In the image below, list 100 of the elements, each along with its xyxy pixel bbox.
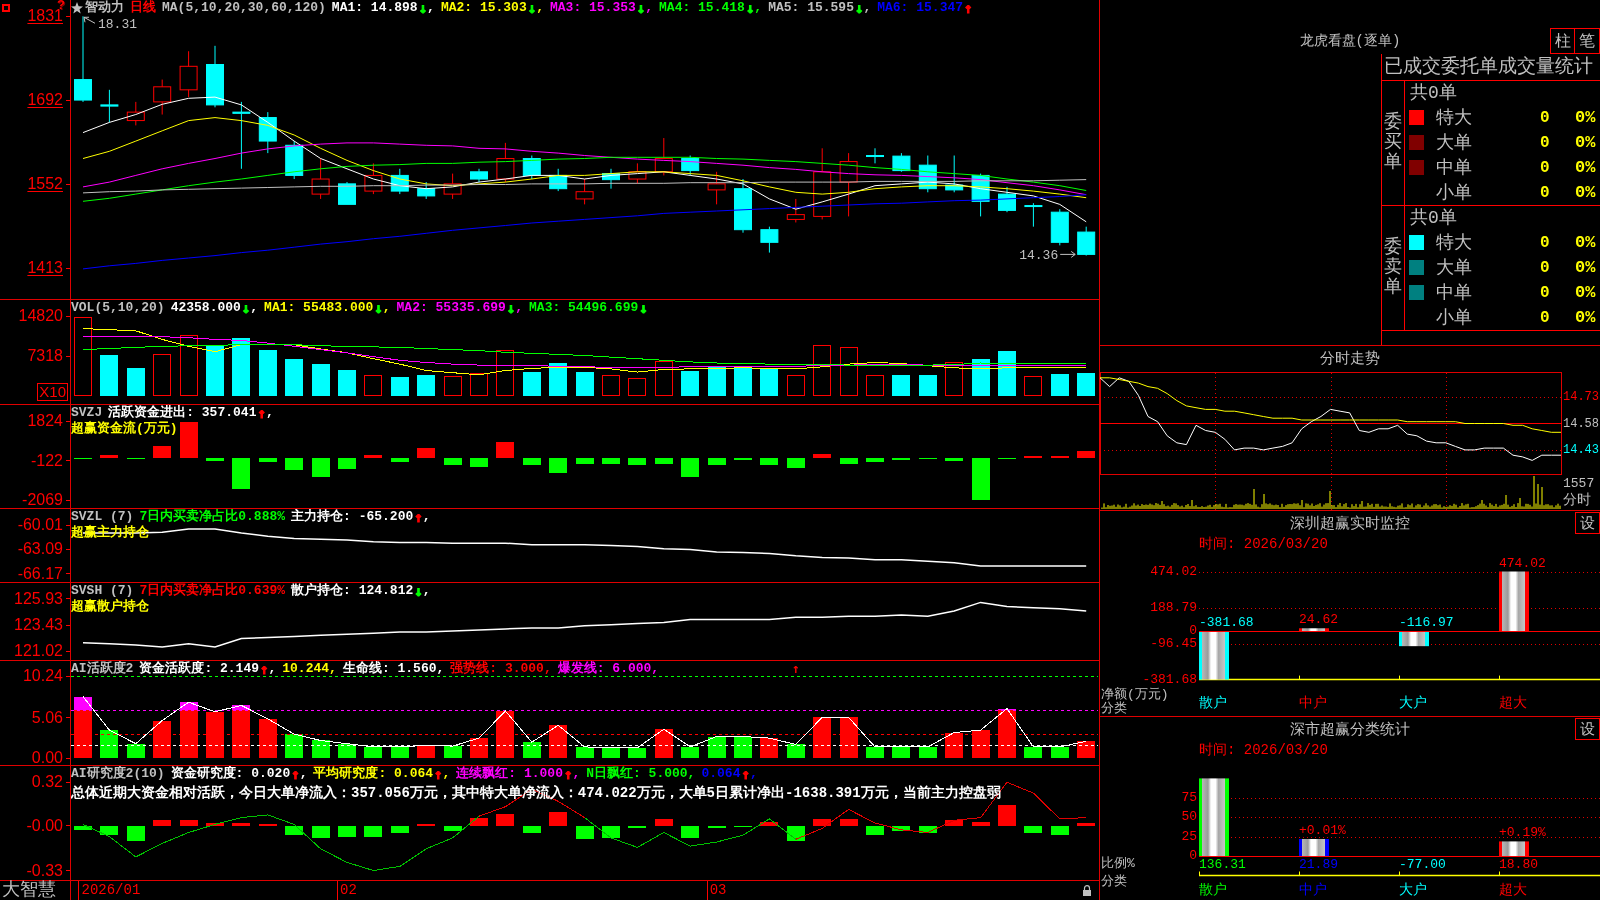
fund-flow-bar	[866, 458, 884, 463]
indicator-text: MA3: 54496.699	[529, 300, 639, 316]
research-bar	[654, 818, 673, 826]
separator: ,	[687, 766, 696, 782]
indicator-text: 资金活跃度: 2.149	[139, 661, 259, 677]
view-toggle[interactable]: 柱	[1550, 28, 1575, 54]
volume-bar	[707, 367, 726, 396]
research-bar	[1024, 825, 1043, 833]
axis-tick-label: 25	[1181, 829, 1197, 844]
help-mark[interactable]: ?	[57, 0, 65, 10]
activity-bar	[654, 729, 673, 759]
reading-label: 136.31	[1199, 858, 1246, 872]
separator: ,	[299, 766, 308, 782]
indicator-text: 连续飘红: 1.000	[456, 766, 563, 782]
date-label: 2026/01	[78, 881, 141, 900]
research-bar	[338, 825, 356, 837]
indicator-text: AI研究度2(10)	[71, 766, 165, 782]
category-label: 散户	[1199, 696, 1227, 710]
separator: ,	[543, 661, 552, 677]
order-size-label: 中单	[1436, 281, 1473, 304]
category-label: 中户	[1299, 696, 1327, 710]
research-bar	[1077, 823, 1096, 826]
volume-bar	[470, 373, 488, 396]
research-bar	[839, 818, 858, 826]
candlestick	[126, 101, 145, 126]
date-label: 03	[706, 881, 727, 900]
research-bar	[153, 820, 172, 826]
axis-tick-label: 188.79	[1150, 600, 1197, 615]
separator: ,	[422, 583, 431, 599]
indicator-text: 活跃资金进出: 357.041	[108, 405, 257, 420]
separator: ,	[422, 509, 431, 525]
axis-tick-label: 125.93	[14, 591, 63, 606]
research-bar	[522, 825, 541, 833]
volume-bar	[338, 370, 356, 396]
research-bar	[628, 825, 647, 829]
research-bar	[866, 825, 884, 836]
fund-flow-bar	[311, 458, 330, 478]
fund-flow-bar	[206, 458, 224, 462]
pointer-arrow-icon	[1059, 250, 1076, 258]
research-bar	[206, 823, 224, 826]
trend-arrow: ↑	[257, 405, 266, 421]
research-bar	[74, 825, 92, 830]
axis-tick-label: 1692	[27, 93, 63, 108]
order-count: 0	[1540, 158, 1551, 177]
research-bar	[813, 818, 832, 826]
lock-icon[interactable]	[1082, 885, 1092, 896]
order-total: 共0单	[1410, 82, 1457, 104]
research-bar	[364, 825, 383, 837]
view-toggle[interactable]: 笔	[1575, 28, 1600, 54]
indicator-text: 7日内买卖净占比0.639%	[139, 583, 286, 599]
category-label: 大户	[1399, 883, 1427, 897]
panel-title: 龙虎看盘(逐单)	[1299, 32, 1401, 50]
category-label: 大户	[1399, 696, 1427, 710]
fund-flow-bar	[522, 458, 541, 466]
activity-bar	[602, 747, 620, 759]
panel-title: 深圳超赢实时监控	[1290, 514, 1410, 533]
volume-bar	[285, 359, 304, 396]
trend-arrow: ↑	[563, 766, 573, 782]
activity-bar	[681, 746, 700, 759]
candlestick	[654, 137, 673, 176]
axis-tick-label: 123.43	[14, 618, 63, 633]
order-share: 0%	[1575, 233, 1596, 252]
axis-tick-label: -381.68	[1142, 672, 1197, 687]
fund-flow-bar	[839, 458, 858, 465]
trend-arrow: ↓	[636, 0, 646, 16]
volume-bar	[654, 361, 673, 396]
volume-bar	[100, 354, 119, 396]
trend-arrow: ↓	[745, 0, 755, 16]
reading-label: 18.80	[1499, 858, 1538, 872]
order-size-label: 大单	[1436, 256, 1473, 279]
axis-tick-label: 14.58	[1563, 416, 1599, 431]
research-bar	[602, 825, 620, 838]
indicator-text: 10.244	[282, 661, 330, 677]
indicator-text: 智动力	[85, 0, 124, 16]
volume-bar	[628, 378, 647, 396]
indicator-text: 平均研究度: 0.064	[313, 766, 434, 782]
indicator-text: MA2: 55335.699	[396, 300, 506, 316]
candlestick	[575, 178, 594, 205]
order-share: 0%	[1575, 158, 1596, 177]
volume-bar	[945, 362, 964, 396]
trend-arrow: ↑	[414, 509, 423, 525]
candlestick	[179, 50, 198, 98]
candlestick	[892, 152, 911, 173]
order-size-label: 小单	[1436, 181, 1473, 204]
trend-arrow: ↑	[260, 661, 269, 677]
fund-flow-bar	[285, 458, 304, 471]
settings-button[interactable]: 设	[1575, 512, 1600, 534]
table-title: 已成交委托单成交量统计	[1383, 55, 1594, 80]
indicator-text: 生命线: 1.560	[342, 661, 437, 677]
axis-tick-label: -60.01	[17, 518, 63, 533]
candlestick	[232, 101, 251, 170]
bar-change-label: +0.01%	[1299, 824, 1346, 838]
axis-tick-label: -0.33	[26, 863, 63, 878]
settings-button[interactable]: 设	[1575, 718, 1600, 740]
candlestick	[760, 226, 779, 254]
axis-tick-label: 14820	[18, 309, 63, 324]
order-count: 0	[1540, 283, 1551, 302]
fund-flow-bar	[338, 458, 356, 470]
research-bar	[998, 805, 1016, 826]
candlestick	[285, 140, 304, 180]
